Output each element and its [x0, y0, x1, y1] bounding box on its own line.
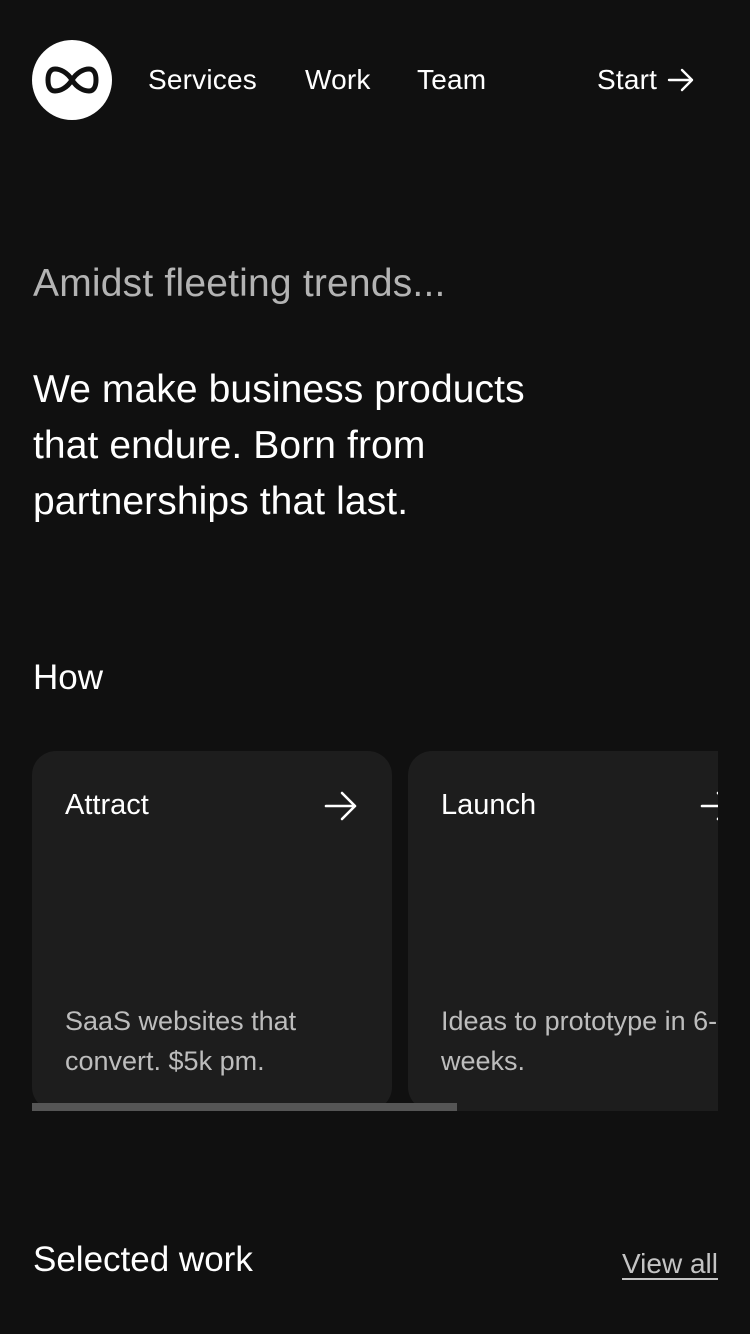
card-title: Launch — [441, 789, 537, 821]
nav-item-services: Services — [148, 40, 257, 120]
how-section-title: How — [33, 658, 104, 697]
arrow-right-icon — [324, 791, 357, 821]
card-title: Attract — [65, 789, 149, 821]
service-card-launch[interactable]: Launch Ideas to prototype in 6-8 weeks. — [408, 751, 718, 1111]
view-all-link[interactable]: View all — [622, 1248, 718, 1280]
carousel-scrollbar[interactable] — [32, 1103, 718, 1111]
how-cards-carousel[interactable]: Attract SaaS websites that convert. $5k … — [32, 751, 718, 1111]
nav-link-services[interactable]: Services — [148, 64, 257, 96]
nav-item-team: Team — [417, 40, 486, 120]
arrow-right-icon — [700, 791, 718, 821]
start-button[interactable]: Start — [597, 64, 695, 96]
logo-button[interactable] — [32, 40, 112, 120]
hero-kicker: Amidst fleeting trends... — [33, 262, 446, 305]
card-description: Ideas to prototype in 6-8 weeks. — [441, 1006, 718, 1076]
nav-link-work[interactable]: Work — [305, 64, 371, 96]
scrollbar-thumb[interactable] — [32, 1103, 458, 1111]
selected-work-title: Selected work — [33, 1240, 253, 1279]
how-cards-track: Attract SaaS websites that convert. $5k … — [32, 751, 718, 1111]
start-label: Start — [597, 64, 658, 95]
nav-link-team[interactable]: Team — [417, 64, 486, 96]
site-header: Services Work Team Start — [32, 40, 718, 120]
page: Services Work Team Start Amidst fleeting… — [0, 0, 750, 1334]
nav-item-start: Start — [597, 40, 695, 120]
infinity-icon — [45, 66, 99, 94]
arrow-right-icon — [667, 68, 694, 92]
card-description: SaaS websites that convert. $5k pm. — [65, 1006, 297, 1076]
hero-title: We make business products that endure. B… — [33, 368, 525, 523]
service-card-attract[interactable]: Attract SaaS websites that convert. $5k … — [32, 751, 392, 1111]
nav-item-work: Work — [305, 40, 371, 120]
